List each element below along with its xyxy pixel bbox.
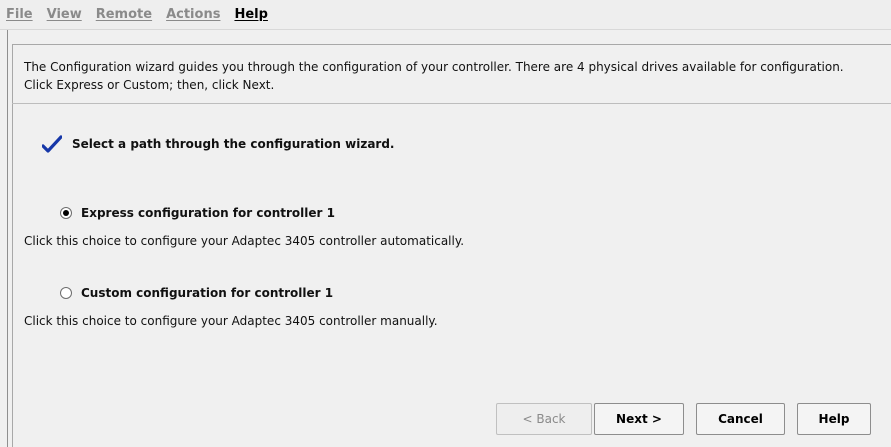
express-option-label: Express configuration for controller 1 — [81, 206, 335, 220]
express-option-description: Click this choice to configure your Adap… — [24, 234, 465, 248]
express-option[interactable]: Express configuration for controller 1 — [60, 206, 335, 220]
menu-view[interactable]: View — [47, 7, 82, 22]
menu-remote[interactable]: Remote — [96, 7, 152, 22]
custom-option[interactable]: Custom configuration for controller 1 — [60, 286, 333, 300]
step-title: Select a path through the configuration … — [72, 137, 395, 151]
express-radio-button[interactable] — [60, 207, 72, 219]
custom-option-label: Custom configuration for controller 1 — [81, 286, 334, 300]
menu-bar: File View Remote Actions Help — [0, 0, 891, 30]
next-button[interactable]: Next > — [594, 403, 684, 435]
custom-radio-button[interactable] — [60, 287, 72, 299]
checkmark-icon — [42, 135, 62, 153]
menu-actions[interactable]: Actions — [166, 7, 220, 22]
custom-option-description: Click this choice to configure your Adap… — [24, 314, 438, 328]
section-divider — [12, 103, 891, 104]
help-button[interactable]: Help — [797, 403, 871, 435]
cancel-button[interactable]: Cancel — [696, 403, 785, 435]
wizard-step-row: Select a path through the configuration … — [42, 135, 394, 153]
left-panel-border — [0, 30, 8, 447]
wizard-intro-text: The Configuration wizard guides you thro… — [24, 60, 844, 92]
back-button: < Back — [496, 403, 592, 435]
wizard-button-bar: < Back Next > Cancel Help — [496, 403, 871, 435]
menu-file[interactable]: File — [6, 7, 33, 22]
menu-help[interactable]: Help — [234, 7, 267, 22]
